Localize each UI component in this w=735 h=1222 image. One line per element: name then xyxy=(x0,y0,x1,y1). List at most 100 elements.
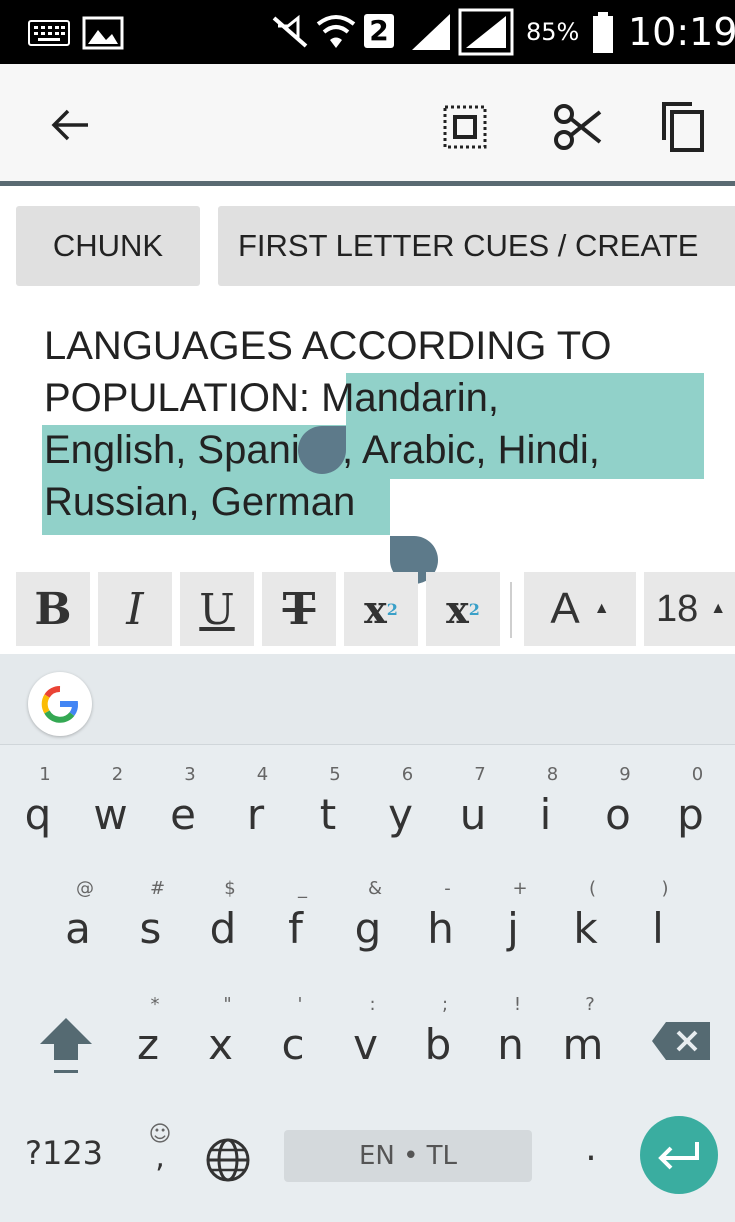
first-letter-cues-button[interactable]: FIRST LETTER CUES / CREATE xyxy=(218,206,735,286)
key-h[interactable]: h xyxy=(411,904,471,953)
underline-button[interactable]: U xyxy=(180,572,254,646)
signal-icon xyxy=(412,14,450,50)
suggestion-strip xyxy=(0,654,735,745)
wifi-icon xyxy=(316,15,356,48)
shift-icon[interactable] xyxy=(36,1014,96,1078)
key-b[interactable]: b xyxy=(408,1020,468,1069)
battery-percent: 85% xyxy=(526,18,580,46)
caret-up-icon: ▲ xyxy=(593,600,610,617)
globe-icon[interactable] xyxy=(204,1136,252,1184)
text-editor[interactable]: LANGUAGES ACCORDING TO POPULATION: Manda… xyxy=(0,300,735,584)
key-q[interactable]: q xyxy=(8,790,68,839)
format-divider xyxy=(510,582,512,638)
font-size-button[interactable]: 18 ▲ xyxy=(644,572,735,646)
key-hint: & xyxy=(367,878,383,899)
key-t[interactable]: t xyxy=(298,790,358,839)
superscript-mark: 2 xyxy=(386,599,398,619)
key-hint: # xyxy=(149,878,166,899)
key-g[interactable]: g xyxy=(338,904,398,953)
text-color-button[interactable]: A ▲ xyxy=(524,572,636,646)
comma-key[interactable]: ☺ , xyxy=(136,1122,184,1182)
superscript-letter: x xyxy=(364,586,387,632)
key-d[interactable]: d xyxy=(193,904,253,953)
key-hint: 4 xyxy=(256,764,269,785)
key-j[interactable]: j xyxy=(483,904,543,953)
selection-start-handle[interactable] xyxy=(298,426,346,474)
key-hint: : xyxy=(369,994,376,1015)
editor-content: LANGUAGES ACCORDING TO POPULATION: Manda… xyxy=(44,320,724,528)
key-hint: + xyxy=(512,878,528,899)
italic-button[interactable]: I xyxy=(98,572,172,646)
key-hint: ? xyxy=(585,994,595,1015)
clock: 10:19 xyxy=(628,10,735,54)
google-g-icon xyxy=(41,686,78,723)
key-s[interactable]: s xyxy=(121,904,181,953)
comma-label: , xyxy=(155,1140,165,1175)
key-u[interactable]: u xyxy=(443,790,503,839)
strikethrough-button[interactable]: T xyxy=(262,572,336,646)
enter-button[interactable] xyxy=(640,1116,718,1194)
key-w[interactable]: w xyxy=(81,790,141,839)
battery-icon xyxy=(593,12,613,53)
key-m[interactable]: m xyxy=(553,1020,613,1069)
key-p[interactable]: p xyxy=(661,790,721,839)
google-button[interactable] xyxy=(28,672,92,736)
key-o[interactable]: o xyxy=(588,790,648,839)
key-hint: 2 xyxy=(111,764,124,785)
key-z[interactable]: z xyxy=(118,1020,178,1069)
key-i[interactable]: i xyxy=(516,790,576,839)
space-bar[interactable]: EN • TL xyxy=(284,1130,532,1182)
key-hint: * xyxy=(150,994,160,1015)
select-all-icon[interactable] xyxy=(442,104,488,150)
key-x[interactable]: x xyxy=(191,1020,251,1069)
copy-icon[interactable] xyxy=(660,100,706,154)
key-hint: 6 xyxy=(401,764,414,785)
scissors-icon[interactable] xyxy=(552,102,602,152)
key-hint: 7 xyxy=(474,764,486,785)
key-c[interactable]: c xyxy=(263,1020,323,1069)
key-hint: ; xyxy=(441,994,449,1015)
key-n[interactable]: n xyxy=(481,1020,541,1069)
back-arrow-icon[interactable] xyxy=(50,108,90,142)
text-plain: POPULATION: xyxy=(44,376,322,420)
symbols-key[interactable]: ?123 xyxy=(14,1134,114,1172)
caret-up-icon: ▲ xyxy=(710,600,727,617)
text-line: LANGUAGES ACCORDING TO xyxy=(44,324,612,368)
key-r[interactable]: r xyxy=(226,790,286,839)
key-hint: " xyxy=(223,994,232,1015)
gallery-icon xyxy=(82,16,124,50)
keyboard-icon xyxy=(28,20,70,46)
key-hint: ' xyxy=(297,994,303,1015)
key-f[interactable]: f xyxy=(266,904,326,953)
selected-text: Mandarin, xyxy=(321,376,499,420)
text-color-label: A xyxy=(550,584,580,633)
key-hint: @ xyxy=(76,878,94,899)
key-a[interactable]: a xyxy=(48,904,108,953)
text-line: POPULATION: Mandarin, xyxy=(44,372,724,424)
key-hint: $ xyxy=(224,878,236,899)
sim-badge: 2 xyxy=(364,14,394,48)
period-key[interactable]: . xyxy=(566,1128,616,1169)
superscript-button[interactable]: x2 xyxy=(344,572,418,646)
key-v[interactable]: v xyxy=(336,1020,396,1069)
chunk-button[interactable]: CHUNK xyxy=(16,206,200,286)
selected-text: Russian, German xyxy=(44,480,356,524)
key-hint: ) xyxy=(661,878,669,899)
key-hint: 5 xyxy=(329,764,341,785)
status-bar: 2 85% 10:19 xyxy=(0,0,735,64)
key-k[interactable]: k xyxy=(556,904,616,953)
bold-button[interactable]: B xyxy=(16,572,90,646)
backspace-icon[interactable] xyxy=(650,1020,712,1062)
subscript-letter: x xyxy=(446,586,469,632)
subscript-button[interactable]: x2 xyxy=(426,572,500,646)
key-e[interactable]: e xyxy=(153,790,213,839)
action-toolbar xyxy=(0,64,735,186)
font-size-value: 18 xyxy=(656,587,699,630)
key-y[interactable]: y xyxy=(371,790,431,839)
key-hint: 8 xyxy=(546,764,559,785)
key-l[interactable]: l xyxy=(628,904,688,953)
signal-icon xyxy=(458,8,514,56)
mute-icon xyxy=(272,14,308,48)
selected-text: English, Spanish, Arabic, Hindi, xyxy=(44,428,600,472)
key-hint: _ xyxy=(298,878,307,899)
